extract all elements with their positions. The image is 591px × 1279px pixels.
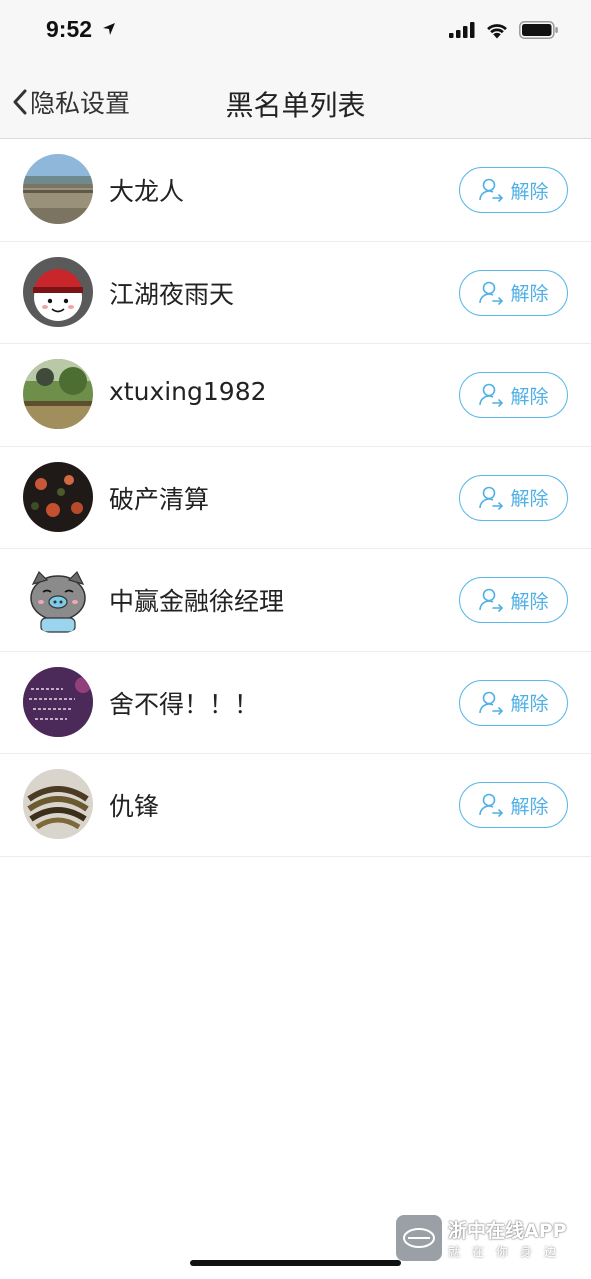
- user-unblock-icon: [479, 281, 504, 305]
- navigation-bar: 隐私设置 黑名单列表: [0, 62, 591, 139]
- list-item: 大龙人 解除: [0, 139, 591, 242]
- unblock-button-label: 解除: [510, 488, 549, 510]
- user-name: 破产清算: [109, 484, 210, 514]
- watermark-logo-icon: [396, 1215, 442, 1261]
- unblock-button-label: 解除: [510, 283, 549, 305]
- user-name: 江湖夜雨天: [109, 279, 235, 309]
- user-unblock-icon: [479, 383, 504, 407]
- status-time: 9:52: [46, 16, 93, 42]
- home-indicator[interactable]: [190, 1260, 401, 1266]
- watermark-subtitle: 就在你身边: [448, 1245, 569, 1259]
- user-unblock-icon: [479, 178, 504, 202]
- unblock-button[interactable]: 解除: [459, 679, 568, 726]
- avatar: [23, 564, 93, 634]
- status-indicators: [449, 21, 559, 39]
- list-item: 破产清算 解除: [0, 447, 591, 549]
- unblock-button[interactable]: 解除: [459, 372, 568, 418]
- app-watermark: 浙中在线APP 就在你身边: [396, 1215, 568, 1261]
- unblock-button[interactable]: 解除: [459, 782, 568, 828]
- location-arrow-icon: [103, 23, 115, 35]
- blocklist: 大龙人 解除 江湖夜雨天 解除 xtuxing1982 解除 破产清算 解除 中…: [0, 139, 591, 857]
- avatar: [23, 666, 93, 737]
- list-item: xtuxing1982 解除: [0, 344, 591, 447]
- avatar: [23, 461, 93, 532]
- list-item: 舍不得！！！ 解除: [0, 652, 591, 754]
- unblock-button[interactable]: 解除: [459, 577, 568, 623]
- user-name: 舍不得！！！: [109, 689, 260, 719]
- unblock-button-label: 解除: [510, 385, 549, 408]
- unblock-button[interactable]: 解除: [459, 269, 568, 316]
- avatar: [23, 256, 93, 327]
- unblock-button[interactable]: 解除: [459, 167, 568, 213]
- user-unblock-icon: [479, 793, 504, 817]
- watermark-title: 浙中在线APP: [448, 1220, 567, 1242]
- wifi-icon: [487, 23, 507, 38]
- unblock-button-label: 解除: [510, 180, 549, 203]
- list-item: 江湖夜雨天 解除: [0, 242, 591, 344]
- user-name: 大龙人: [109, 177, 185, 206]
- unblock-button-label: 解除: [510, 590, 549, 613]
- user-name: 中赢金融徐经理: [109, 587, 285, 616]
- user-unblock-icon: [479, 588, 504, 612]
- unblock-button-label: 解除: [510, 693, 549, 715]
- unblock-button-label: 解除: [510, 795, 549, 818]
- page-title: 黑名单列表: [225, 89, 366, 122]
- status-bar: 9:52: [0, 0, 591, 62]
- user-unblock-icon: [479, 691, 504, 715]
- user-name: xtuxing1982: [109, 377, 267, 406]
- unblock-button[interactable]: 解除: [459, 474, 568, 521]
- battery-icon: [519, 21, 558, 39]
- list-item: 中赢金融徐经理 解除: [0, 549, 591, 652]
- watermark-text: 浙中在线APP 就在你身边: [448, 1216, 568, 1260]
- avatar: [23, 359, 93, 429]
- list-item: 仇锋 解除: [0, 754, 591, 857]
- avatar: [23, 154, 93, 224]
- cellular-signal-icon: [449, 22, 475, 38]
- user-unblock-icon: [479, 486, 504, 510]
- user-name: 仇锋: [109, 792, 160, 821]
- avatar: [23, 769, 93, 839]
